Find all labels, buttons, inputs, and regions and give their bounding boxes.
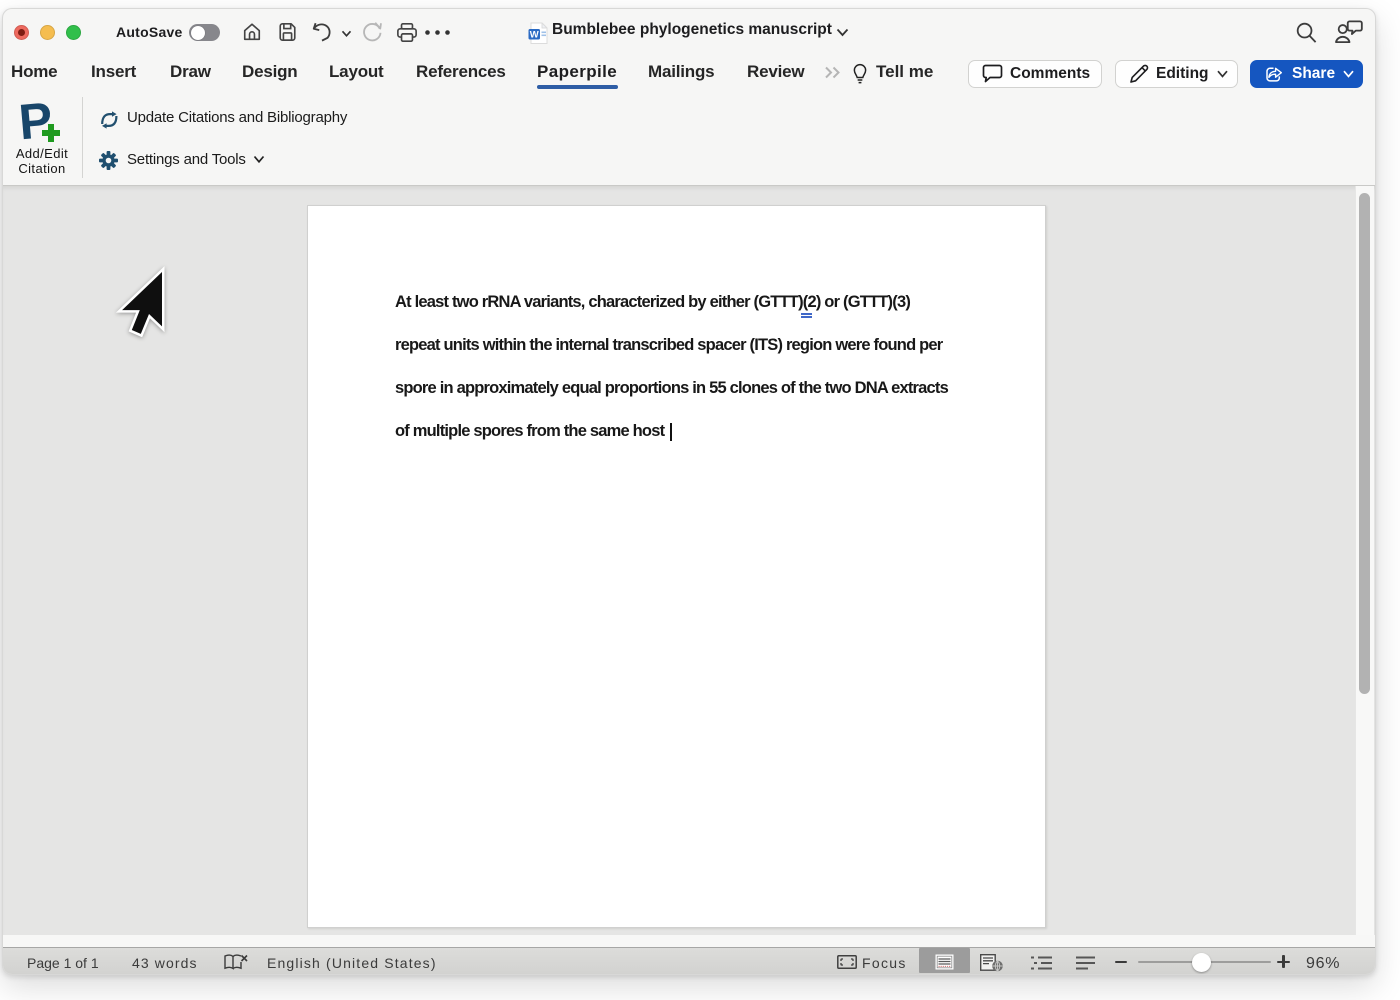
svg-text:W: W [530,30,539,41]
